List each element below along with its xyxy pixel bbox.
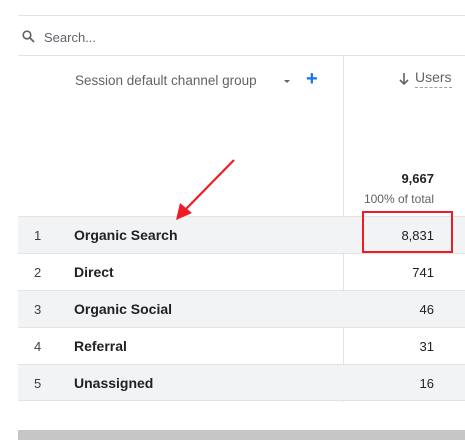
row-index: 2 xyxy=(34,265,42,280)
caret-down-icon[interactable] xyxy=(280,74,294,88)
channel-name: Organic Search xyxy=(74,227,178,243)
row-index: 1 xyxy=(34,228,42,243)
users-value: 741 xyxy=(412,265,434,280)
users-value: 46 xyxy=(419,302,434,317)
table-row[interactable]: 2 Direct 741 xyxy=(18,253,465,290)
users-total: 9,667 xyxy=(401,171,434,186)
channel-name: Organic Social xyxy=(74,301,173,317)
channel-name: Direct xyxy=(74,264,114,280)
row-index: 3 xyxy=(34,302,42,317)
horizontal-scrollbar[interactable] xyxy=(18,430,465,440)
table-row[interactable]: 5 Unassigned 16 xyxy=(18,364,465,401)
dimension-header-label[interactable]: Session default channel group xyxy=(75,73,257,88)
arrow-down-icon[interactable] xyxy=(398,71,410,87)
channel-name: Unassigned xyxy=(74,375,154,391)
search-input[interactable] xyxy=(44,28,424,46)
table-row[interactable]: 4 Referral 31 xyxy=(18,327,465,364)
users-value: 16 xyxy=(419,376,434,391)
users-column-header[interactable]: Users xyxy=(415,69,452,88)
channel-name: Referral xyxy=(74,338,127,354)
users-total-percent: 100% of total xyxy=(363,192,434,206)
users-value: 31 xyxy=(419,339,434,354)
annotation-highlight-box xyxy=(362,211,453,253)
table-row[interactable]: 3 Organic Social 46 xyxy=(18,290,465,327)
row-index: 5 xyxy=(34,376,42,391)
annotation-arrow-icon xyxy=(176,159,235,220)
row-index: 4 xyxy=(34,339,42,354)
search-bar xyxy=(18,16,465,56)
search-icon xyxy=(22,30,35,43)
plus-icon[interactable]: + xyxy=(306,69,322,89)
